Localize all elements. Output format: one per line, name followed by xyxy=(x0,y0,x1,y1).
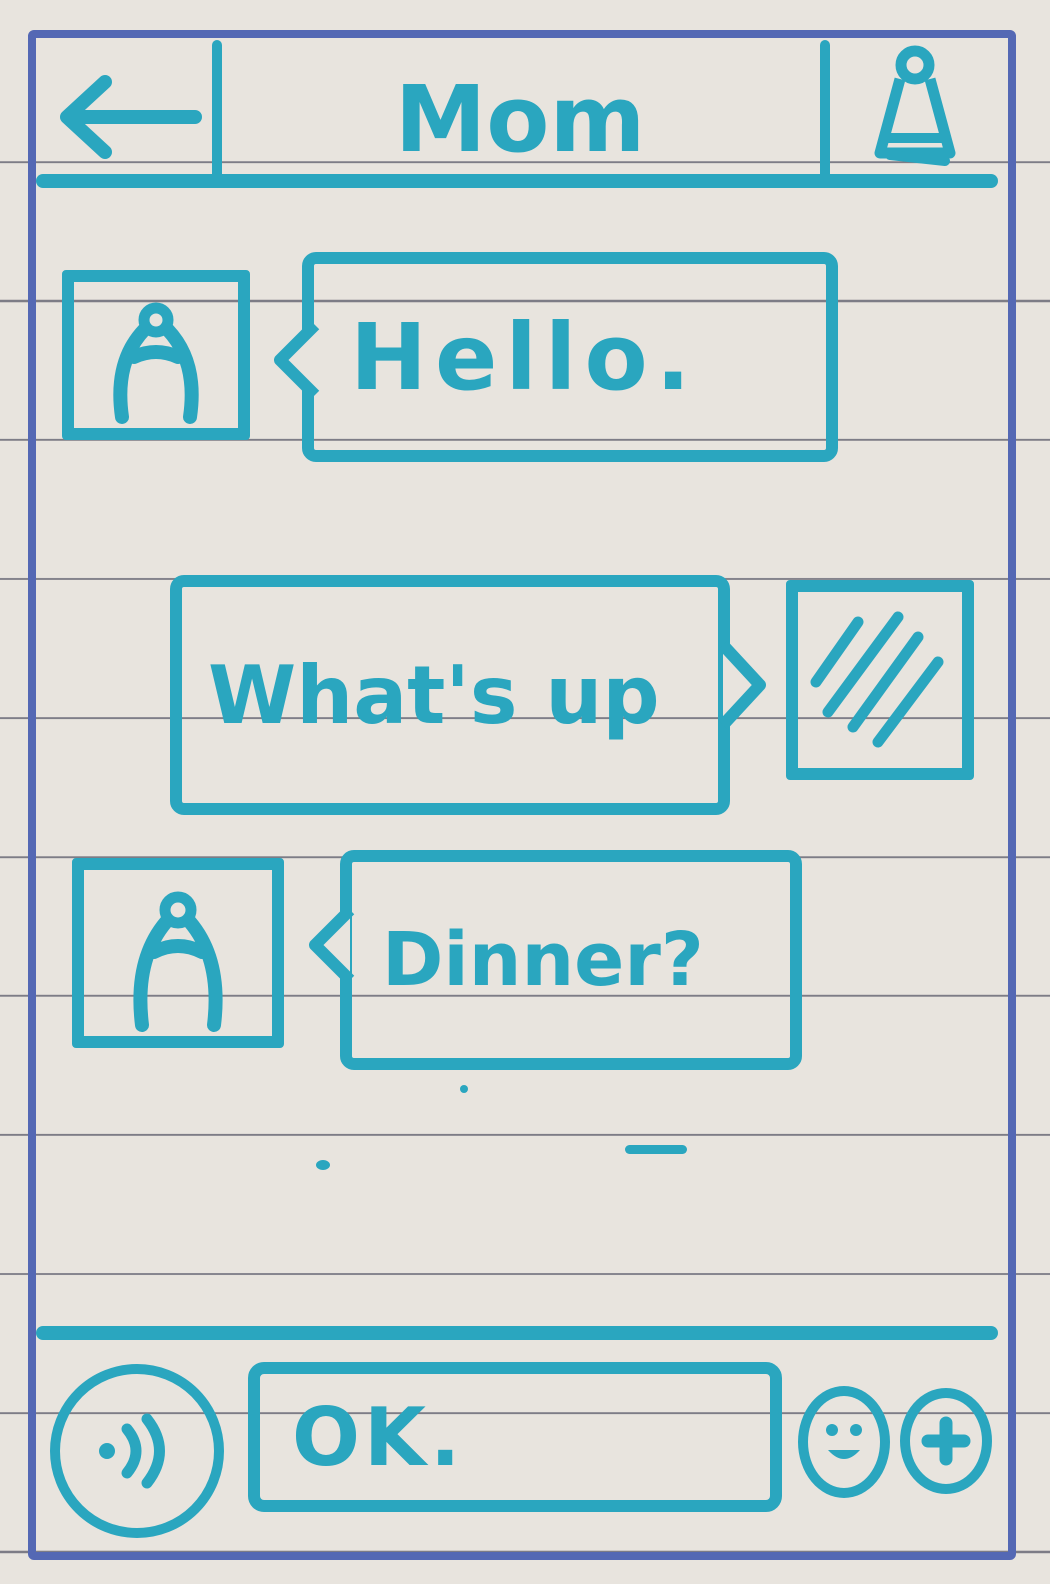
bubble-tail-left xyxy=(309,905,355,985)
message-text: Dinner? xyxy=(382,917,704,1003)
photo-icon xyxy=(810,611,944,748)
profile-button[interactable] xyxy=(850,40,980,175)
message-bubble-outgoing: What's up xyxy=(170,575,730,815)
contact-avatar[interactable] xyxy=(72,858,284,1048)
emoji-button[interactable] xyxy=(798,1386,890,1498)
message-text: Hello. xyxy=(350,303,699,411)
user-icon xyxy=(874,45,956,166)
message-bubble-incoming: Dinner? xyxy=(340,850,802,1070)
person-icon xyxy=(133,891,223,1032)
add-button[interactable] xyxy=(900,1388,992,1494)
bubble-tail-left xyxy=(274,320,320,400)
arrow-left-icon xyxy=(60,75,202,159)
message-input-box[interactable] xyxy=(248,1362,782,1512)
message-bubble-incoming: Hello. xyxy=(302,252,838,462)
plus-icon xyxy=(921,1416,971,1466)
voice-button[interactable] xyxy=(50,1364,224,1538)
header-divider-right xyxy=(820,40,830,186)
voice-icon xyxy=(99,1413,165,1489)
bubble-tail-right xyxy=(718,640,766,730)
ink-dot xyxy=(625,1145,687,1154)
emoji-icon xyxy=(826,1424,862,1459)
contact-avatar[interactable] xyxy=(62,270,250,440)
message-input[interactable] xyxy=(290,1389,770,1485)
ink-dot xyxy=(460,1085,468,1093)
header-divider xyxy=(36,174,998,188)
person-icon xyxy=(113,302,199,424)
back-button[interactable] xyxy=(50,62,210,172)
page-title: Mom xyxy=(394,66,646,173)
composer-divider xyxy=(36,1326,998,1340)
ink-dot xyxy=(316,1160,330,1170)
self-avatar[interactable] xyxy=(786,580,974,780)
message-text: What's up xyxy=(208,648,660,742)
header-divider-left xyxy=(212,40,222,186)
